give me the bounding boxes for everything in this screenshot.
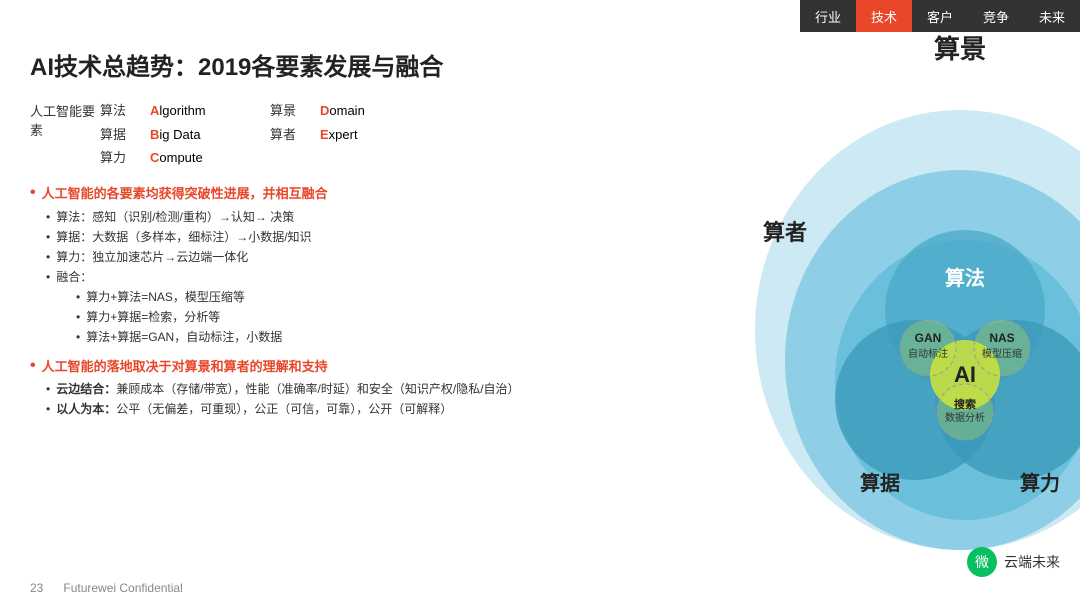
footer: 23 Futurewei Confidential bbox=[0, 568, 660, 608]
sub-item-1-4: 融合： bbox=[46, 268, 620, 286]
elements-en2-col: Domain Expert bbox=[320, 99, 365, 146]
svg-text:自动标注: 自动标注 bbox=[908, 347, 948, 360]
bullet-section-2: 人工智能的落地取决于对算景和算者的理解和支持 云边结合：兼顾成本（存储/带宽），… bbox=[30, 356, 620, 418]
wechat-icon: 微 bbox=[966, 546, 998, 578]
elements-table: 人工智能要素 算法 算据 算力 Algorithm Big Data Compu… bbox=[30, 99, 620, 169]
confidential-text: Futurewei Confidential bbox=[63, 581, 182, 595]
elements-label: 人工智能要素 bbox=[30, 99, 100, 139]
svg-text:模型压缩: 模型压缩 bbox=[982, 347, 1022, 360]
page-number: 23 bbox=[30, 581, 43, 595]
wechat-branding: 微 云端未来 bbox=[966, 546, 1060, 578]
svg-text:算力: 算力 bbox=[1020, 471, 1060, 495]
svg-text:AI: AI bbox=[954, 362, 976, 387]
sub-item-2-2: 以人为本：公平（无偏差，可重现），公正（可信，可靠），公开（可解释） bbox=[46, 400, 620, 418]
subsub-1-1: 算力+算法=NAS，模型压缩等 bbox=[76, 288, 620, 306]
subsub-1-3: 算法+算据=GAN，自动标注，小数据 bbox=[76, 328, 620, 346]
diagram-area: 算景 算者 算法 算据 算力 AI GAN 自动标注 NAS 模型压缩 搜索 数… bbox=[650, 0, 1080, 608]
elements-cn2-col: 算景 算者 bbox=[270, 99, 320, 146]
svg-text:数据分析: 数据分析 bbox=[945, 411, 985, 424]
bullet-main-2: 人工智能的落地取决于对算景和算者的理解和支持 bbox=[30, 356, 620, 375]
svg-text:算据: 算据 bbox=[860, 471, 900, 495]
sub-item-1-3: 算力：独立加速芯片→云边端一体化 bbox=[46, 248, 620, 266]
bullet-main-1: 人工智能的各要素均获得突破性进展，并相互融合 bbox=[30, 183, 620, 202]
bullet-sub-2: 云边结合：兼顾成本（存储/带宽），性能（准确率/时延）和安全（知识产权/隐私/自… bbox=[30, 380, 620, 418]
wechat-brand-text: 云端未来 bbox=[1004, 552, 1060, 572]
sub-item-1-1: 算法：感知（识别/检测/重构）→认知→ 决策 bbox=[46, 208, 620, 226]
subsub-1-2: 算力+算据=检索，分析等 bbox=[76, 308, 620, 326]
sub-item-2-1: 云边结合：兼顾成本（存储/带宽），性能（准确率/时延）和安全（知识产权/隐私/自… bbox=[46, 380, 620, 398]
main-content: AI技术总趋势：2019各要素发展与融合 人工智能要素 算法 算据 算力 Alg… bbox=[0, 32, 650, 568]
svg-text:搜索: 搜索 bbox=[954, 397, 976, 411]
bullet-section-1: 人工智能的各要素均获得突破性进展，并相互融合 算法：感知（识别/检测/重构）→认… bbox=[30, 183, 620, 345]
bullet-sub-sub-1: 算力+算法=NAS，模型压缩等 算力+算据=检索，分析等 算法+算据=GAN，自… bbox=[46, 288, 620, 346]
svg-text:算者: 算者 bbox=[763, 220, 807, 245]
svg-text:GAN: GAN bbox=[915, 331, 942, 345]
sub-item-1-2: 算据：大数据（多样本，细标注）→小数据/知识 bbox=[46, 228, 620, 246]
svg-text:算法: 算法 bbox=[945, 266, 985, 290]
elements-cn-col: 算法 算据 算力 bbox=[100, 99, 150, 169]
bullet-sub-1: 算法：感知（识别/检测/重构）→认知→ 决策 算据：大数据（多样本，细标注）→小… bbox=[30, 208, 620, 346]
svg-text:算景: 算景 bbox=[934, 34, 986, 64]
svg-text:微: 微 bbox=[975, 554, 989, 570]
svg-text:NAS: NAS bbox=[989, 331, 1014, 345]
elements-en-col: Algorithm Big Data Compute bbox=[150, 99, 270, 169]
page-title: AI技术总趋势：2019各要素发展与融合 bbox=[30, 52, 620, 83]
